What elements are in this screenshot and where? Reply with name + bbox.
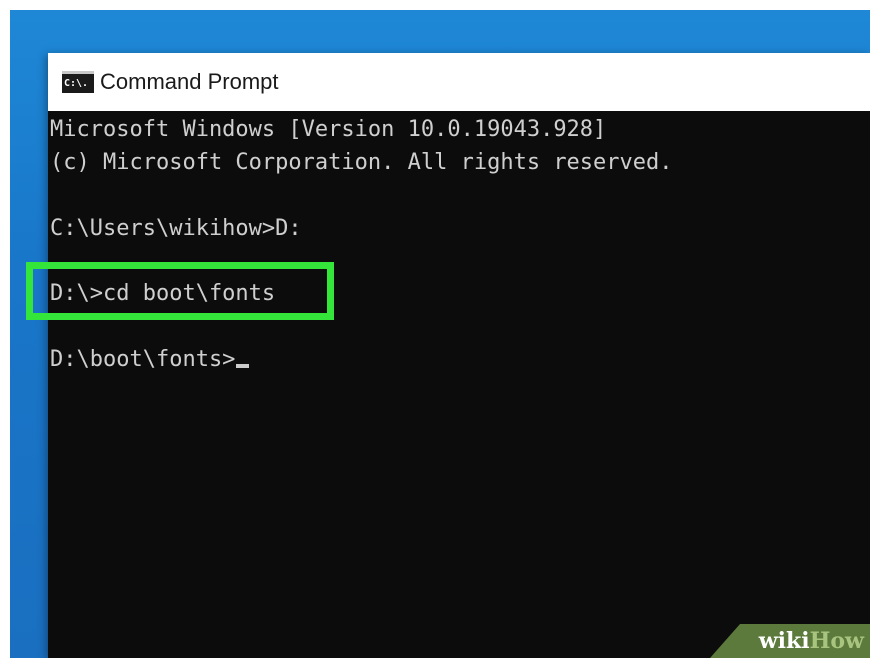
console-line-drive-change: C:\Users\wikihow>D: — [50, 216, 302, 241]
watermark-how: How — [809, 628, 864, 654]
console-line-copyright: (c) Microsoft Corporation. All rights re… — [50, 150, 673, 175]
title-bar[interactable]: C:\. Command Prompt — [48, 53, 870, 111]
console-line-prompt[interactable]: D:\boot\fonts> — [50, 343, 250, 376]
command-prompt-window[interactable]: C:\. Command Prompt Microsoft Windows [V… — [26, 53, 870, 658]
console-line-version: Microsoft Windows [Version 10.0.19043.92… — [50, 117, 607, 142]
watermark-wiki: wiki — [758, 628, 810, 654]
cmd-app-icon: C:\. — [62, 71, 94, 93]
prompt-text: D:\boot\fonts> — [50, 347, 236, 372]
window-title: Command Prompt — [100, 69, 279, 94]
desktop-background: C:\. Command Prompt Microsoft Windows [V… — [10, 10, 870, 658]
text-cursor — [236, 364, 250, 368]
console-output[interactable]: Microsoft Windows [Version 10.0.19043.92… — [26, 111, 870, 658]
cmd-icon-text: C:\. — [64, 77, 89, 89]
console-line-cd-command: D:\>cd boot\fonts — [50, 281, 276, 306]
